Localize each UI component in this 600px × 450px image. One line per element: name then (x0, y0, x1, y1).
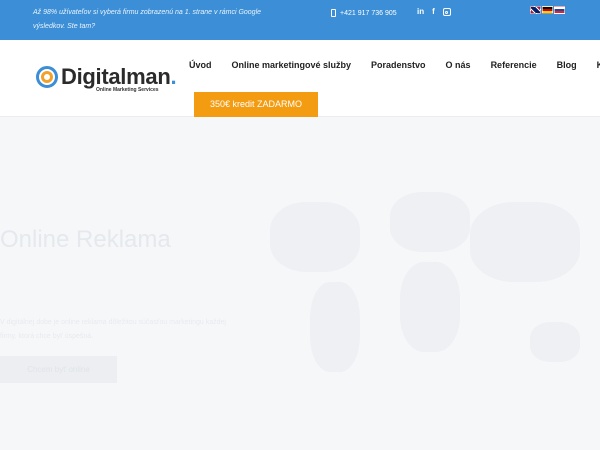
promo-text: Až 98% užívateľov si vyberá firmu zobraz… (33, 9, 262, 30)
logo[interactable]: Digitalman. Online Marketing Services (36, 64, 186, 96)
logo-tagline: Online Marketing Services (96, 87, 159, 93)
nav-item-o-nas[interactable]: O nás (446, 60, 471, 70)
social-links: in f (417, 7, 451, 17)
nav-item-uvod[interactable]: Úvod (189, 60, 212, 70)
phone-link[interactable]: +421 917 736 905 (331, 7, 397, 19)
linkedin-icon[interactable]: in (417, 7, 424, 17)
main-nav: Úvod Online marketingové služby Poradens… (189, 60, 600, 70)
nav-item-blog[interactable]: Blog (557, 60, 577, 70)
top-bar: Až 98% užívateľov si vyberá firmu zobraz… (0, 0, 600, 40)
nav-item-referencie[interactable]: Referencie (491, 60, 537, 70)
flag-de-icon[interactable] (542, 6, 553, 14)
hero-description: V digitálnej dobe je online reklama dôle… (0, 319, 226, 340)
hero-title: Online Reklama (0, 226, 171, 253)
flag-sk-icon[interactable] (554, 6, 565, 14)
world-map-background (240, 162, 600, 422)
free-credit-button[interactable]: 350€ kredit ZADARMO (194, 92, 318, 117)
hero-cta-button[interactable]: Chcem byť online (0, 356, 117, 383)
instagram-icon[interactable] (442, 8, 451, 16)
logo-mark-icon (36, 66, 58, 88)
nav-item-sluzby[interactable]: Online marketingové služby (232, 60, 352, 70)
phone-number[interactable]: +421 917 736 905 (340, 10, 397, 17)
site-header: Digitalman. Online Marketing Services Úv… (0, 40, 600, 117)
language-switcher (530, 6, 565, 14)
flag-en-icon[interactable] (530, 6, 541, 14)
nav-item-poradenstvo[interactable]: Poradenstvo (371, 60, 426, 70)
facebook-icon[interactable]: f (432, 7, 435, 17)
phone-icon (331, 9, 336, 17)
hero-section: Online Reklama V digitálnej dobe je onli… (0, 117, 600, 450)
nav-item-kontakt[interactable]: Ko (597, 60, 600, 70)
